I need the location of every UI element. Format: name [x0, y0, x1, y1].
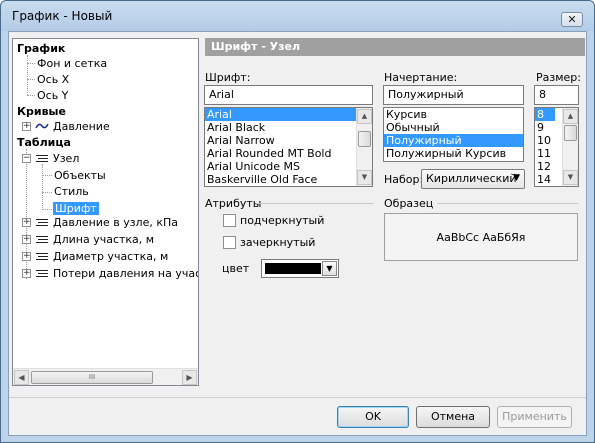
tree-connector [42, 209, 52, 210]
tree-item-axis-y[interactable]: Ось Y [37, 89, 68, 102]
underline-label[interactable]: подчеркнутый [240, 214, 324, 227]
dialog-window: График - Новый ✕ График Фон и сетка Ось … [0, 0, 595, 443]
attributes-label: Атрибуты [205, 197, 262, 210]
lines-icon [36, 236, 48, 243]
tree-connector [27, 63, 35, 64]
scroll-thumb[interactable] [564, 125, 577, 141]
font-list-item[interactable]: Arial Narrow [205, 134, 372, 147]
expand-plus-icon[interactable]: + [22, 269, 31, 278]
sample-label: Образец [384, 197, 434, 210]
strikethrough-label[interactable]: зачеркнутый [240, 236, 315, 249]
scroll-thumb[interactable]: III [31, 371, 153, 384]
tree-horizontal-scrollbar[interactable]: ◀ III ▶ [13, 368, 198, 385]
lines-icon [36, 270, 48, 277]
tree-item-axis-x[interactable]: Ось X [37, 73, 69, 86]
size-input[interactable]: 8 [534, 85, 579, 105]
font-list-item[interactable]: Arial Rounded MT Bold [205, 147, 372, 160]
font-list-item[interactable]: Arial Unicode MS [205, 160, 372, 173]
underline-checkbox[interactable] [223, 214, 236, 227]
tree-connector [27, 55, 28, 95]
style-label: Начертание: [384, 71, 458, 84]
tree-connector [27, 95, 35, 96]
apply-button[interactable]: Применить [497, 406, 572, 428]
dropdown-arrow-icon[interactable]: ▼ [322, 261, 337, 276]
style-list-item[interactable]: Полужирный Курсив [384, 147, 523, 160]
expand-plus-icon[interactable]: + [22, 252, 31, 261]
tree-item-node[interactable]: Узел [53, 152, 79, 165]
tree-item-segment-length[interactable]: Длина участка, м [53, 233, 154, 246]
size-list-scrollbar[interactable]: ▲ ▼ [562, 108, 578, 186]
window-title: График - Новый [12, 9, 113, 23]
close-button[interactable]: ✕ [561, 12, 583, 27]
section-header: Шрифт - Узел [205, 38, 585, 56]
expand-plus-icon[interactable]: + [22, 235, 31, 244]
style-list[interactable]: Курсив Обычный Полужирный Полужирный Кур… [383, 107, 524, 162]
dialog-client-area: График Фон и сетка Ось X Ось Y Кривые + … [8, 31, 587, 436]
scroll-thumb[interactable] [358, 131, 371, 147]
charset-dropdown[interactable]: Кириллический ▼ [421, 169, 525, 189]
cancel-button[interactable]: Отмена [416, 406, 490, 428]
tree-item-pressure[interactable]: Давление [53, 120, 110, 133]
tree-item-font[interactable]: Шрифт [53, 202, 99, 215]
scroll-down-icon[interactable]: ▼ [563, 170, 578, 185]
color-picker[interactable]: ▼ [261, 259, 339, 278]
color-label: цвет [222, 262, 250, 275]
font-list-scrollbar[interactable]: ▲ ▼ [356, 108, 372, 186]
expand-plus-icon[interactable]: + [22, 218, 31, 227]
collapse-minus-icon[interactable]: − [22, 154, 31, 163]
style-list-item[interactable]: Полужирный [384, 134, 523, 147]
font-input[interactable]: Arial [204, 85, 373, 105]
dropdown-arrow-icon: ▼ [513, 173, 520, 183]
tree-connector [27, 79, 35, 80]
tree-item-pressure-loss[interactable]: Потери давления на участк [53, 267, 198, 280]
tree-item-node-pressure[interactable]: Давление в узле, кПа [53, 216, 178, 229]
color-swatch [265, 263, 321, 274]
group-divider [256, 203, 374, 204]
font-list[interactable]: Arial Arial Black Arial Narrow Arial Rou… [204, 107, 373, 187]
font-label: Шрифт: [205, 71, 251, 84]
lines-icon [36, 219, 48, 226]
size-list-item[interactable]: 8 [535, 108, 555, 121]
group-divider [437, 203, 578, 204]
tree-item-style[interactable]: Стиль [54, 185, 89, 198]
scroll-right-icon[interactable]: ▶ [182, 370, 197, 385]
tree-item-diameter[interactable]: Диаметр участка, м [53, 250, 168, 263]
tree-connector [42, 192, 52, 193]
curve-icon [35, 123, 49, 129]
sample-text: AaBbCc AaБбЯя [436, 231, 526, 244]
charset-label: Набор: [384, 173, 424, 186]
title-bar: График - Новый ✕ [1, 1, 594, 31]
charset-value: Кириллический [426, 172, 517, 185]
tree-item-graph[interactable]: График [17, 42, 65, 55]
size-label: Размер: [536, 71, 581, 84]
style-list-item[interactable]: Курсив [384, 108, 523, 121]
expand-plus-icon[interactable]: + [22, 122, 31, 131]
tree-item-table[interactable]: Таблица [17, 136, 71, 149]
style-input[interactable]: Полужирный [383, 85, 524, 105]
lines-icon [36, 155, 48, 162]
scroll-left-icon[interactable]: ◀ [14, 370, 29, 385]
ok-button[interactable]: OK [337, 406, 409, 428]
button-bar-divider [9, 397, 586, 398]
tree-item-background[interactable]: Фон и сетка [37, 57, 107, 70]
font-list-item[interactable]: Arial Black [205, 121, 372, 134]
lines-icon [36, 253, 48, 260]
settings-tree[interactable]: График Фон и сетка Ось X Ось Y Кривые + … [12, 38, 199, 386]
tree-item-curves[interactable]: Кривые [17, 105, 66, 118]
tree-item-objects[interactable]: Объекты [54, 169, 106, 182]
tree-connector [42, 164, 43, 210]
size-list[interactable]: 8 9 10 11 12 14 ▲ ▼ [534, 107, 579, 187]
font-list-item[interactable]: Baskerville Old Face [205, 173, 372, 186]
strikethrough-checkbox[interactable] [223, 236, 236, 249]
scroll-down-icon[interactable]: ▼ [357, 170, 372, 185]
font-list-item[interactable]: Arial [205, 108, 372, 121]
tree-connector [42, 175, 52, 176]
scroll-up-icon[interactable]: ▲ [563, 109, 578, 124]
style-list-item[interactable]: Обычный [384, 121, 523, 134]
sample-preview: AaBbCc AaБбЯя [384, 213, 578, 261]
scroll-up-icon[interactable]: ▲ [357, 109, 372, 124]
